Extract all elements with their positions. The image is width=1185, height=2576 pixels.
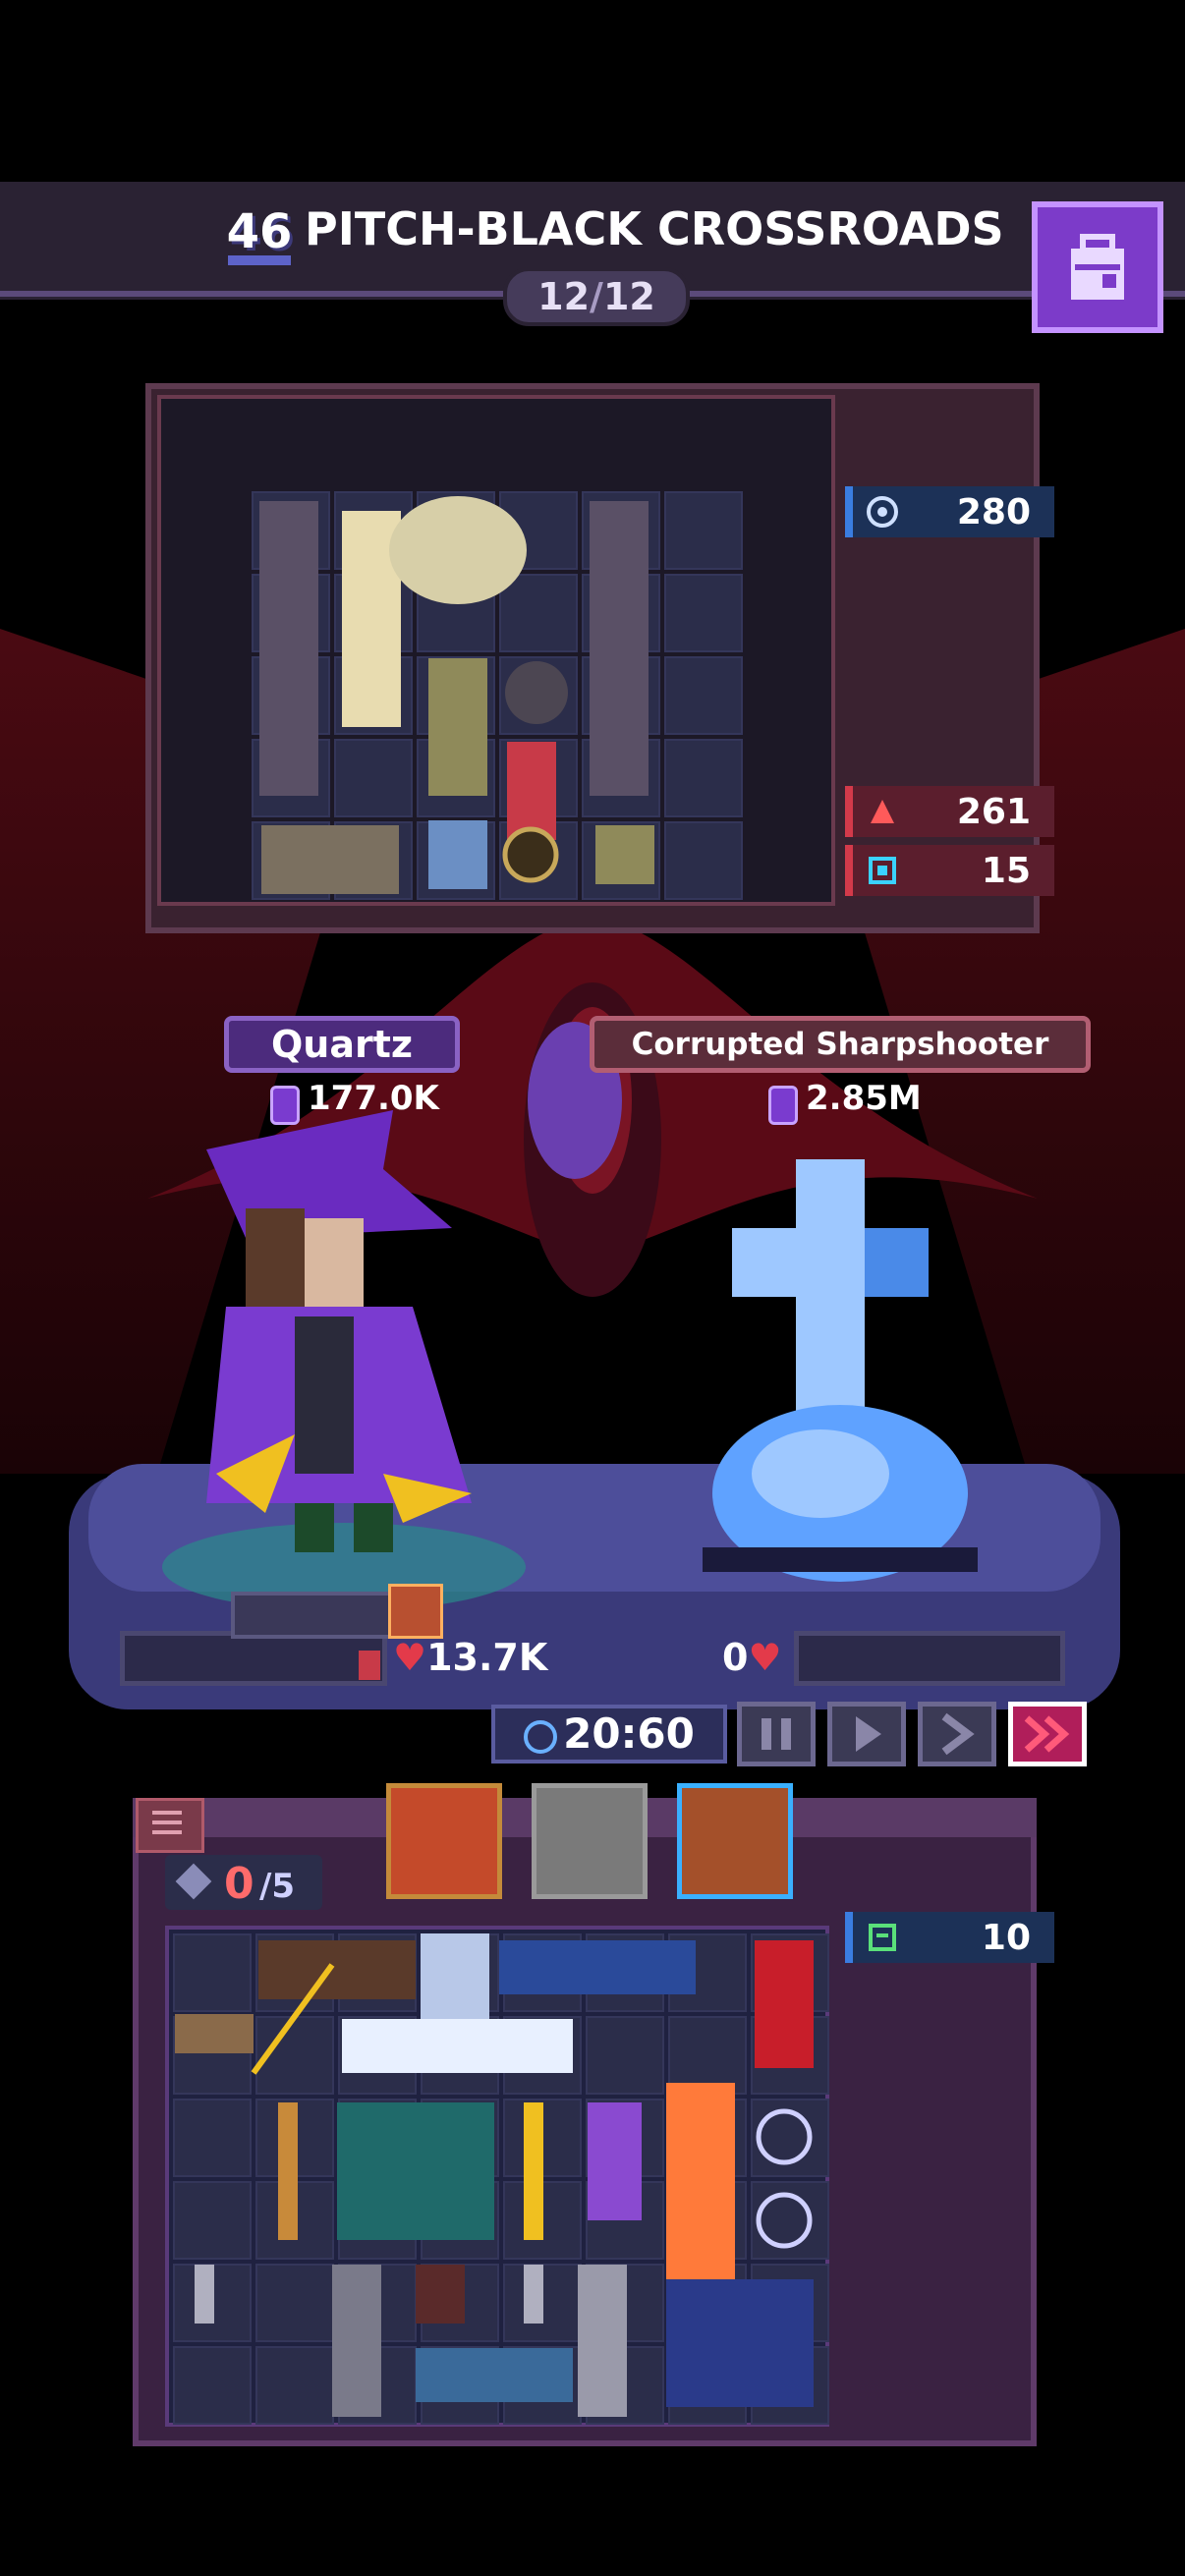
ring-item [505, 661, 568, 724]
enemy-hp-value: 0 [722, 1636, 749, 1679]
fast-forward-button[interactable] [918, 1702, 996, 1766]
boot-item [261, 825, 399, 894]
stage-title: PITCH-BLACK CROSSROADS [305, 202, 1004, 255]
cloud-item[interactable] [342, 2019, 573, 2073]
hero-hp: ♥13.7K [393, 1636, 547, 1679]
shield-icon [869, 857, 896, 884]
fish-item[interactable] [416, 2348, 573, 2402]
hero-hp-fill [359, 1651, 380, 1680]
crossbow-item [259, 501, 318, 796]
enemy-hp: 0♥ [722, 1636, 782, 1679]
enemy-defense-stat: 15 [845, 845, 1054, 896]
level-number: 46 [226, 204, 293, 259]
hammer-item[interactable] [578, 2265, 627, 2417]
purple-claw-item[interactable] [588, 2102, 642, 2220]
play-icon [856, 1716, 881, 1752]
slots-total: /5 [259, 1867, 296, 1906]
gauntlet-item [428, 658, 487, 796]
enemy-nameplate: Corrupted Sharpshooter [590, 1016, 1091, 1073]
stage-progress: 12/12 [503, 267, 690, 326]
play-button[interactable] [827, 1702, 906, 1766]
eagle-item [389, 496, 527, 604]
battle-timer: 20:60 [491, 1705, 727, 1764]
scroll-item [595, 825, 654, 884]
stage-progress-current: 12 [537, 275, 591, 318]
energy-stat: 10 [845, 1912, 1054, 1963]
glove-item[interactable] [416, 2265, 465, 2324]
character-card-dragon[interactable] [386, 1783, 502, 1899]
character-card-rogue[interactable] [677, 1783, 793, 1899]
blue-cape-item[interactable] [499, 1940, 696, 1994]
clock-icon [524, 1719, 558, 1754]
status-effect-icon [388, 1584, 443, 1639]
armor-icon [867, 496, 898, 528]
player-items [175, 1933, 814, 2417]
heart-icon: ♥ [393, 1636, 427, 1679]
slots-used: 0 [224, 1859, 254, 1909]
level-badge: 46 [224, 204, 295, 267]
enemy-armor-value: 280 [956, 492, 1031, 532]
timer-value: 20:60 [563, 1709, 695, 1758]
boomerang-item[interactable] [278, 2102, 298, 2240]
enemy-defense-value: 15 [981, 851, 1031, 891]
backpack-icon [1071, 234, 1124, 300]
enemy-attack-stat: 261 [845, 786, 1054, 837]
medal-item [507, 742, 556, 840]
hero-sprite [206, 1110, 472, 1552]
power-icon [768, 1085, 798, 1125]
stage-progress-total: 12 [602, 275, 655, 318]
flame-item[interactable] [666, 2083, 735, 2289]
slot-counter: 0 /5 [165, 1855, 322, 1910]
ring-item[interactable] [756, 2108, 813, 2165]
character-card-ghost[interactable] [532, 1783, 648, 1899]
enemy-items [259, 496, 654, 894]
hero-shield-bar [231, 1592, 396, 1639]
enemy-armor-stat: 280 [845, 486, 1054, 537]
enemy-name: Corrupted Sharpshooter [631, 1027, 1049, 1062]
lightning-item[interactable] [524, 2102, 543, 2240]
diamond-icon [175, 1863, 212, 1900]
list-icon [152, 1811, 182, 1834]
red-potion-item[interactable] [755, 1940, 814, 2068]
wizard-cat-item[interactable] [666, 2279, 814, 2407]
fast-forward-icon [941, 1712, 975, 1756]
stick-item[interactable] [175, 2014, 254, 2053]
potion-item [428, 820, 487, 889]
hero-hp-bar [120, 1631, 387, 1686]
dragon-pet-item[interactable] [337, 2102, 494, 2240]
enemy-hp-bar [794, 1631, 1065, 1686]
menu-button[interactable] [136, 1798, 204, 1853]
enemy-attack-value: 261 [956, 792, 1031, 832]
hero-hp-value: 13.7K [426, 1636, 548, 1679]
double-fast-forward-icon [1024, 1715, 1070, 1753]
enemy-power-value: 2.85M [806, 1079, 922, 1118]
backpack-button[interactable] [1032, 201, 1163, 333]
enemy-sprite [703, 1159, 978, 1582]
pause-button[interactable] [737, 1702, 816, 1766]
enemy-power: 2.85M [768, 1079, 922, 1125]
hero-nameplate: Quartz [224, 1016, 460, 1073]
dagger-item[interactable] [524, 2265, 543, 2324]
wood-stick-item[interactable] [258, 1940, 416, 1999]
attack-icon [871, 800, 894, 823]
crossbow-item [590, 501, 649, 796]
medal-coin [502, 826, 559, 883]
double-fast-forward-button[interactable] [1008, 1702, 1087, 1766]
level-badge-bar [228, 255, 291, 265]
heart-icon: ♥ [748, 1636, 782, 1679]
energy-value: 10 [981, 1918, 1031, 1958]
dagger-item[interactable] [195, 2265, 214, 2324]
pause-icon [762, 1718, 791, 1750]
energy-icon [869, 1924, 896, 1951]
hammer-item[interactable] [332, 2265, 381, 2417]
hero-name: Quartz [270, 1023, 414, 1066]
ring-item[interactable] [756, 2192, 813, 2249]
